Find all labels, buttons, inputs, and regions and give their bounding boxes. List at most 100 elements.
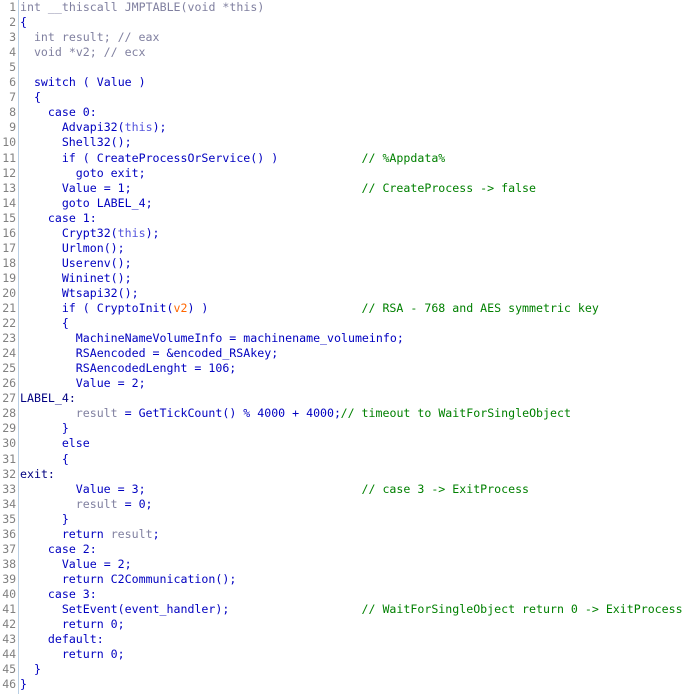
line-number: 42: [2, 617, 16, 632]
code-text: case 1:: [47, 210, 97, 225]
code-line[interactable]: 9 Advapi32(this);: [0, 120, 682, 135]
line-number: 13: [2, 180, 16, 195]
line-number: 35: [2, 511, 16, 526]
code-text: int __thiscall JMPTABLE(void *this): [20, 0, 265, 14]
code-line[interactable]: 10 Shell32();: [0, 135, 682, 150]
line-number: 25: [2, 361, 16, 376]
code-text: }: [20, 677, 27, 692]
line-number: 30: [2, 436, 16, 451]
line-number: 27: [2, 391, 16, 406]
code-line[interactable]: 17 Urlmon();: [0, 241, 682, 256]
code-comment: // case 3 -> ExitProcess: [361, 481, 530, 496]
code-line[interactable]: 22 {: [0, 316, 682, 331]
code-line[interactable]: 3 int result; // eax: [0, 30, 682, 45]
code-line[interactable]: 28 result = GetTickCount() % 4000 + 4000;…: [0, 406, 682, 421]
code-text: }: [61, 421, 69, 436]
code-line[interactable]: 42 return 0;: [0, 617, 682, 632]
code-line[interactable]: 2{: [0, 15, 682, 30]
code-line[interactable]: 38 Value = 2;: [0, 557, 682, 572]
line-number: 29: [2, 421, 16, 436]
code-comment: // RSA - 768 and AES symmetric key: [361, 301, 599, 315]
code-line[interactable]: 45}: [0, 662, 682, 677]
code-text: Value = 2;: [61, 556, 132, 571]
code-line[interactable]: 29}: [0, 421, 682, 436]
line-number: 3: [9, 30, 16, 45]
code-line[interactable]: 25 RSAencodedLenght = 106;: [0, 361, 682, 376]
code-text: }: [61, 511, 69, 526]
code-line[interactable]: 4 void *v2; // ecx: [0, 45, 682, 60]
code-text: Value = 3;: [75, 481, 146, 496]
line-number: 38: [2, 556, 16, 571]
code-text: {: [20, 15, 27, 30]
code-comment: // ecx: [103, 45, 146, 60]
code-text: return 0;: [61, 647, 125, 662]
code-line[interactable]: 12 goto exit;: [0, 166, 682, 181]
line-number: 41: [2, 602, 16, 616]
code-comment: // timeout to WaitForSingleObject: [340, 406, 571, 421]
code-text: Wininet();: [61, 270, 132, 285]
code-line[interactable]: 43 default:: [0, 632, 682, 647]
code-line[interactable]: 46}: [0, 677, 682, 692]
line-number: 43: [2, 632, 16, 647]
code-line[interactable]: 39 return C2Communication();: [0, 572, 682, 587]
code-line[interactable]: 30 else: [0, 436, 682, 451]
code-line[interactable]: 24 RSAencoded = &encoded_RSAkey;: [0, 346, 682, 361]
code-text: default:: [47, 632, 104, 647]
code-line[interactable]: 23 MachineNameVolumeInfo = machinename_vo…: [0, 331, 682, 346]
code-line[interactable]: 11 if ( CreateProcessOrService() ) // %App…: [0, 151, 682, 166]
code-text: SetEvent(event_handler);: [61, 602, 230, 616]
line-number: 39: [2, 571, 16, 586]
code-comment: // WaitForSingleObject return 0 -> ExitP…: [361, 602, 682, 616]
code-line[interactable]: 18 Userenv();: [0, 256, 682, 271]
line-number: 32: [2, 466, 16, 481]
code-line[interactable]: 31 {: [0, 452, 682, 467]
code-line[interactable]: 26 Value = 2;: [0, 376, 682, 391]
code-line[interactable]: 1 int __thiscall JMPTABLE(void *this): [0, 0, 682, 15]
code-text: Advapi32(this);: [61, 120, 167, 135]
code-line[interactable]: 35}: [0, 512, 682, 527]
code-text: RSAencoded = &encoded_RSAkey;: [75, 346, 279, 361]
line-number: 36: [2, 526, 16, 541]
code-line[interactable]: 6 switch ( Value ): [0, 75, 682, 90]
code-line[interactable]: 20 Wtsapi32();: [0, 286, 682, 301]
code-text: return result;: [61, 526, 160, 541]
code-line[interactable]: 8 case 0:: [0, 105, 682, 120]
code-text: case 0:: [47, 105, 97, 120]
code-line[interactable]: 15 case 1:: [0, 211, 682, 226]
code-text: Value = 2;: [75, 376, 146, 391]
code-line[interactable]: 21 if ( CryptoInit(v2) ) // RSA - 768 and …: [0, 301, 682, 316]
pseudocode-editor[interactable]: 1 int __thiscall JMPTABLE(void *this) 2{3 i…: [0, 0, 682, 694]
code-comment: // %Appdata%: [361, 150, 446, 165]
line-number: 23: [2, 331, 16, 346]
code-line[interactable]: 14 goto LABEL_4;: [0, 196, 682, 211]
code-line[interactable]: 32 exit:: [0, 467, 682, 482]
code-text: Value = 1;: [61, 180, 132, 195]
code-line[interactable]: 5: [0, 60, 682, 75]
code-line[interactable]: 41 SetEvent(event_handler); // WaitForSing…: [0, 602, 682, 617]
code-line[interactable]: 44 return 0;: [0, 647, 682, 662]
line-number: 26: [2, 376, 16, 391]
code-line[interactable]: 37 case 2:: [0, 542, 682, 557]
code-line[interactable]: 34 result = 0;: [0, 497, 682, 512]
line-number: 6: [9, 75, 16, 90]
line-number: 9: [9, 120, 16, 135]
line-number: 5: [9, 60, 16, 75]
code-text: {: [61, 316, 69, 331]
code-text: result = GetTickCount() % 4000 + 4000;: [75, 406, 342, 421]
code-text: case 3:: [47, 586, 97, 601]
line-number: 24: [2, 346, 16, 361]
code-line[interactable]: 16 Crypt32(this);: [0, 226, 682, 241]
code-line[interactable]: 36 return result;: [0, 527, 682, 542]
code-line[interactable]: 33 Value = 3; // case 3 -> ExitProcess: [0, 482, 682, 497]
code-text: case 2:: [47, 541, 97, 556]
code-line[interactable]: 27 LABEL_4:: [0, 391, 682, 406]
code-text: else: [61, 436, 90, 451]
code-line[interactable]: 40 case 3:: [0, 587, 682, 602]
code-line[interactable]: 7{: [0, 90, 682, 105]
code-text: void *v2;: [33, 45, 104, 60]
line-number: 14: [2, 195, 16, 210]
code-text: return 0;: [61, 617, 125, 632]
code-line[interactable]: 19 Wininet();: [0, 271, 682, 286]
code-text: RSAencodedLenght = 106;: [75, 361, 237, 376]
code-line[interactable]: 13 Value = 1; // CreateProcess -> false: [0, 181, 682, 196]
